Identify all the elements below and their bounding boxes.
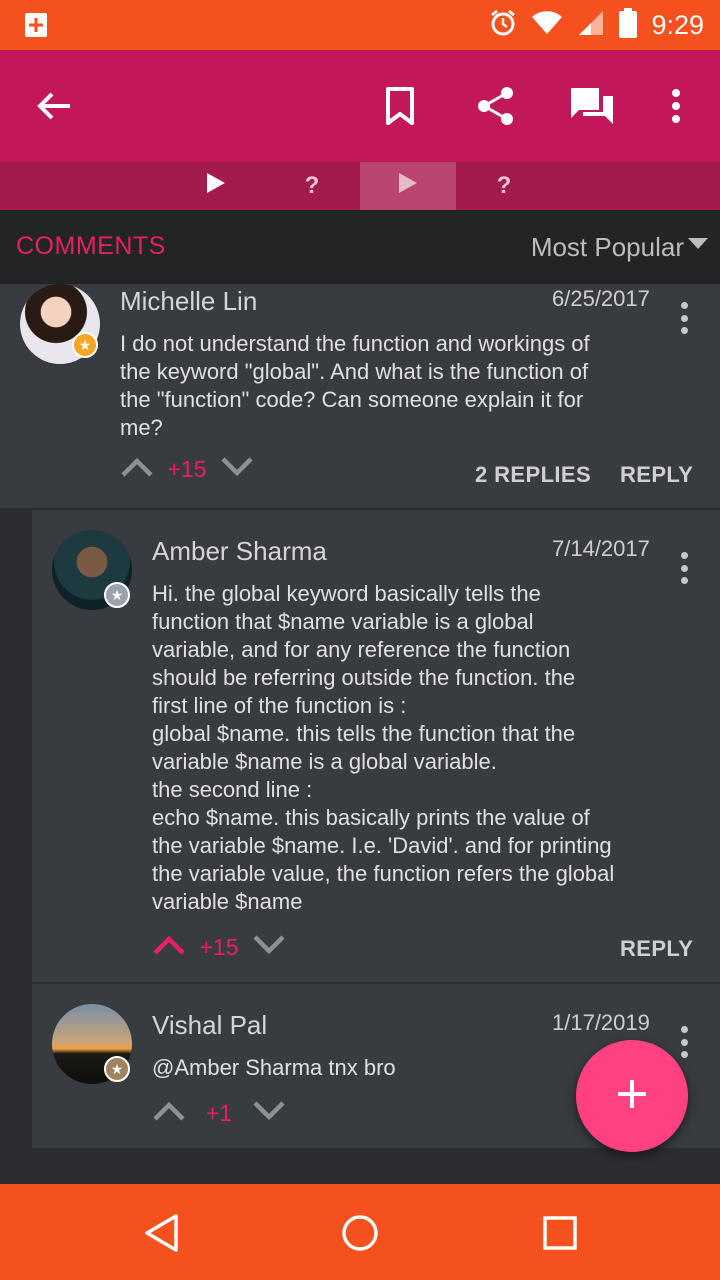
tab-play-1[interactable] <box>168 162 264 210</box>
downvote-icon[interactable] <box>220 456 254 483</box>
tab-quiz-2[interactable]: ? <box>456 162 552 210</box>
tab-play-2[interactable] <box>360 162 456 210</box>
comment-author[interactable]: Vishal Pal <box>152 1010 267 1041</box>
sort-label: Most Popular <box>530 232 684 262</box>
status-bar: 9:29 <box>0 0 720 50</box>
comment-author[interactable]: Michelle Lin <box>120 286 257 317</box>
discussion-icon[interactable] <box>568 82 616 130</box>
recents-square-icon[interactable] <box>535 1208 585 1258</box>
reply-button[interactable]: REPLY <box>620 462 693 488</box>
signal-icon <box>577 9 605 42</box>
sort-dropdown[interactable]: Most Popular <box>531 232 708 263</box>
comment-author[interactable]: Amber Sharma <box>152 536 327 567</box>
replies-button[interactable]: 2 REPLIES <box>475 462 591 488</box>
star-badge-icon: ★ <box>72 332 98 358</box>
comment-date: 6/25/2017 <box>552 286 650 311</box>
tab-quiz-1[interactable]: ? <box>264 162 360 210</box>
comment-date: 7/14/2017 <box>552 536 650 561</box>
plus-icon <box>616 1078 648 1115</box>
alarm-icon <box>489 9 517 42</box>
play-icon <box>205 171 227 202</box>
add-comment-button[interactable] <box>576 1040 688 1152</box>
share-icon[interactable] <box>472 82 520 130</box>
upvote-icon[interactable] <box>152 934 186 961</box>
tab-quiz-1-label: ? <box>304 172 320 199</box>
reply-button[interactable]: REPLY <box>620 936 693 962</box>
dropdown-caret-icon <box>688 238 708 249</box>
system-nav-bar <box>0 1184 720 1280</box>
comment-text: I do not understand the function and wor… <box>120 331 590 440</box>
bookmark-icon[interactable] <box>376 82 424 130</box>
wifi-icon <box>531 10 563 41</box>
back-arrow-icon[interactable] <box>30 82 78 130</box>
back-triangle-icon[interactable] <box>136 1208 186 1258</box>
vote-score: +15 <box>199 934 239 960</box>
battery-icon <box>619 8 638 43</box>
upvote-icon[interactable] <box>120 456 154 483</box>
play-icon <box>397 171 419 202</box>
comment-text: Hi. the global keyword basically tells t… <box>152 581 615 914</box>
comment-date: 1/17/2019 <box>552 1010 650 1035</box>
star-badge-icon: ★ <box>104 1056 130 1082</box>
vote-score: +1 <box>205 1100 233 1126</box>
more-vert-icon[interactable] <box>652 82 700 130</box>
comment-more-icon[interactable] <box>674 1022 694 1062</box>
tab-quiz-2-label: ? <box>496 172 512 199</box>
lesson-tab-bar: ? ? <box>0 162 720 210</box>
vote-score: +15 <box>167 456 207 482</box>
clock-time: 9:29 <box>651 10 704 40</box>
reply-card: ★ Amber Sharma 7/14/2017 Hi. the global … <box>32 510 720 982</box>
app-bar <box>0 50 720 162</box>
star-badge-icon: ★ <box>104 582 130 608</box>
downvote-icon[interactable] <box>252 1100 286 1127</box>
comment-card: ★ Michelle Lin 6/25/2017 I do not unders… <box>0 284 720 508</box>
comments-title: COMMENTS <box>16 232 166 260</box>
home-circle-icon[interactable] <box>335 1208 385 1258</box>
downvote-icon[interactable] <box>252 934 286 961</box>
upvote-icon[interactable] <box>152 1100 186 1127</box>
battery-saver-icon <box>24 12 48 43</box>
comments-header: COMMENTS Most Popular <box>0 210 720 284</box>
comment-text: @Amber Sharma tnx bro <box>152 1055 396 1080</box>
